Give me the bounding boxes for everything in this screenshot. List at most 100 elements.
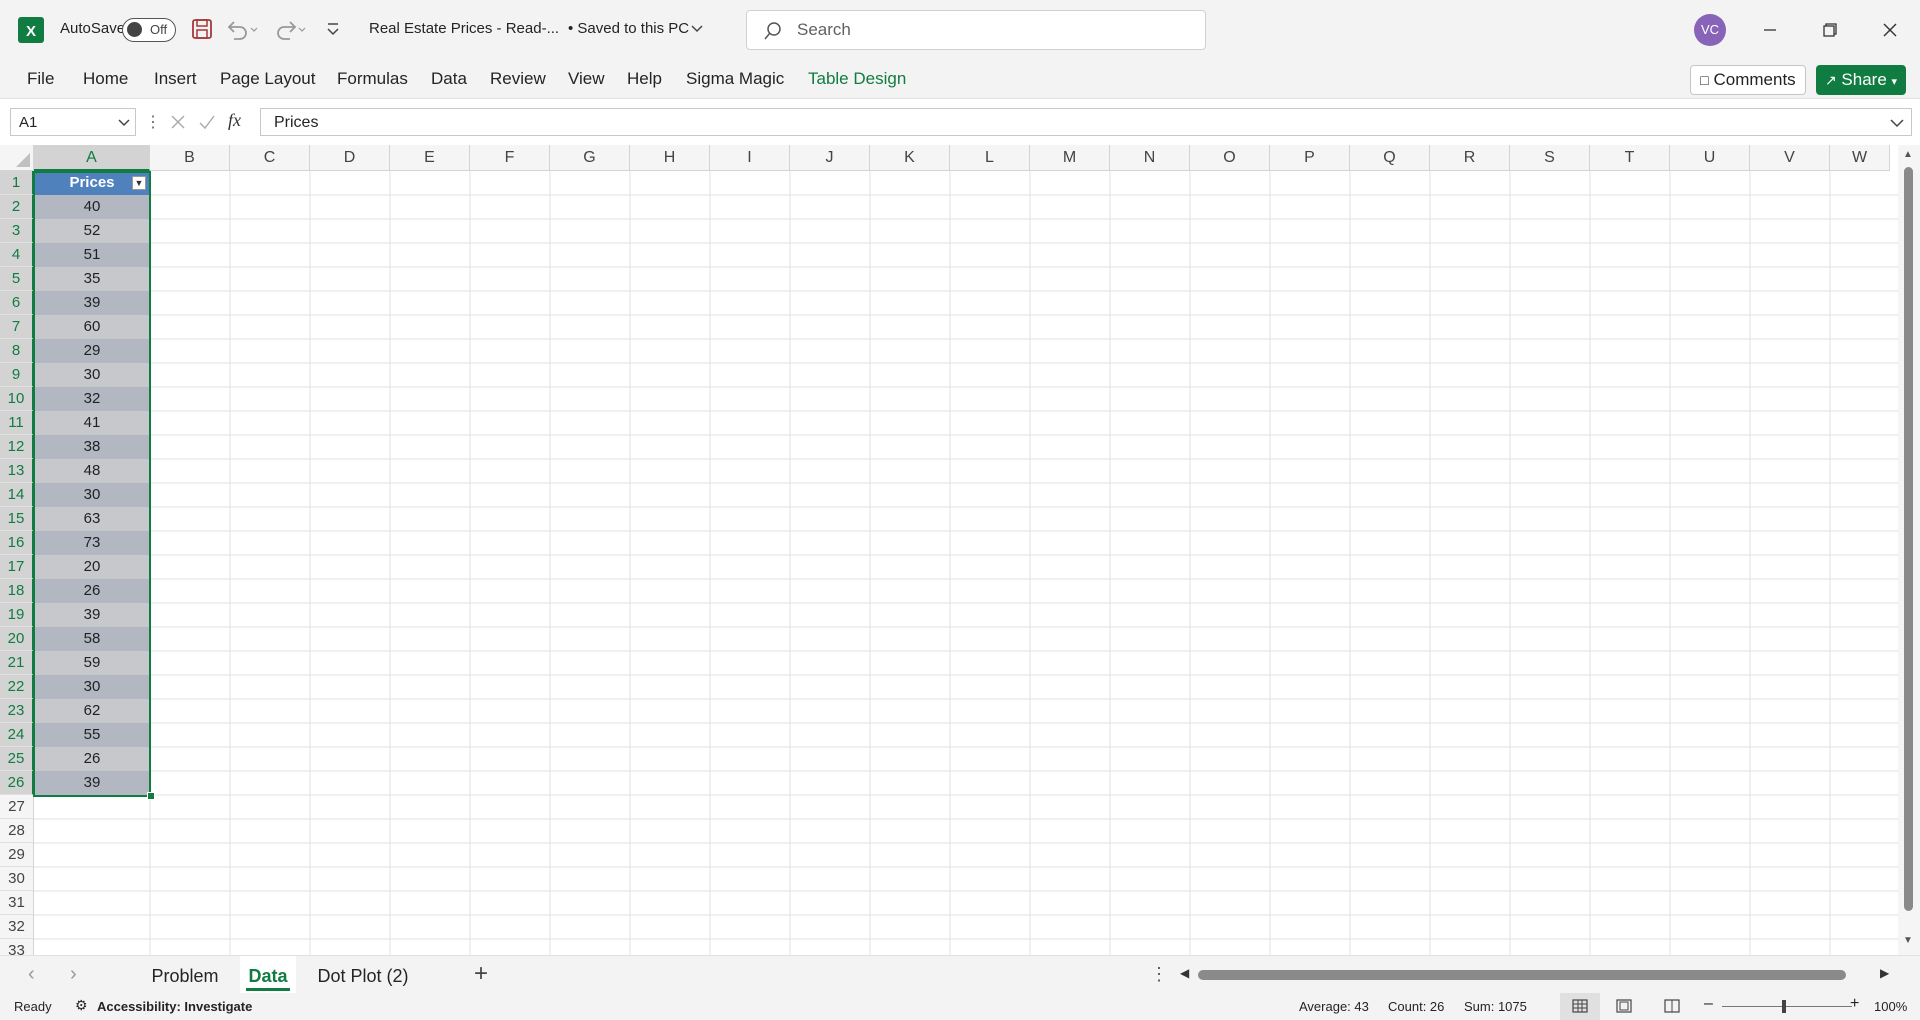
excel-logo-icon[interactable]: X <box>18 17 44 43</box>
column-header-e[interactable]: E <box>390 145 470 171</box>
zoom-slider-track[interactable] <box>1722 1006 1852 1007</box>
column-header-a[interactable]: A <box>34 145 150 171</box>
table-cell[interactable]: 26 <box>34 579 150 603</box>
enter-check-icon[interactable] <box>198 114 216 130</box>
row-header[interactable]: 8 <box>0 339 34 363</box>
column-header-u[interactable]: U <box>1670 145 1750 171</box>
scroll-left-icon[interactable]: ◀ <box>1180 966 1189 980</box>
table-cell[interactable]: 48 <box>34 459 150 483</box>
row-header[interactable]: 28 <box>0 819 34 843</box>
column-header-f[interactable]: F <box>470 145 550 171</box>
chevron-right-icon[interactable]: › <box>70 963 77 986</box>
row-header[interactable]: 15 <box>0 507 34 531</box>
row-header[interactable]: 12 <box>0 435 34 459</box>
column-header-l[interactable]: L <box>950 145 1030 171</box>
row-header[interactable]: 3 <box>0 219 34 243</box>
row-header[interactable]: 26 <box>0 771 34 795</box>
save-status[interactable]: • Saved to this PC <box>568 20 689 37</box>
row-header[interactable]: 31 <box>0 891 34 915</box>
row-header[interactable]: 25 <box>0 747 34 771</box>
row-header[interactable]: 6 <box>0 291 34 315</box>
row-header[interactable]: 9 <box>0 363 34 387</box>
column-header-p[interactable]: P <box>1270 145 1350 171</box>
column-header-m[interactable]: M <box>1030 145 1110 171</box>
zoom-in-icon[interactable]: + <box>1850 995 1859 1013</box>
count-value[interactable]: Count: 26 <box>1388 999 1444 1014</box>
column-header-s[interactable]: S <box>1510 145 1590 171</box>
vertical-scrollbar[interactable]: ▲ ▼ <box>1898 145 1920 955</box>
chevron-down-icon[interactable] <box>117 117 131 129</box>
row-header[interactable]: 16 <box>0 531 34 555</box>
table-header-cell[interactable]: Prices ▼ <box>34 171 150 195</box>
table-cell[interactable]: 73 <box>34 531 150 555</box>
row-header[interactable]: 23 <box>0 699 34 723</box>
column-header-b[interactable]: B <box>150 145 230 171</box>
select-all-corner[interactable] <box>0 145 34 171</box>
normal-view-button[interactable] <box>1560 993 1600 1020</box>
row-header[interactable]: 19 <box>0 603 34 627</box>
table-cell[interactable]: 26 <box>34 747 150 771</box>
sheet-tab-data[interactable]: Data <box>240 962 296 990</box>
row-header[interactable]: 21 <box>0 651 34 675</box>
row-header[interactable]: 17 <box>0 555 34 579</box>
undo-icon[interactable] <box>226 18 258 40</box>
table-cell[interactable]: 20 <box>34 555 150 579</box>
row-header[interactable]: 20 <box>0 627 34 651</box>
column-header-r[interactable]: R <box>1430 145 1510 171</box>
table-cell[interactable]: 51 <box>34 243 150 267</box>
scroll-up-icon[interactable]: ▲ <box>1903 149 1913 160</box>
page-layout-view-icon[interactable] <box>1616 999 1632 1013</box>
row-header[interactable]: 1 <box>0 171 34 195</box>
row-header[interactable]: 4 <box>0 243 34 267</box>
table-cell[interactable]: 30 <box>34 363 150 387</box>
column-header-n[interactable]: N <box>1110 145 1190 171</box>
document-title[interactable]: Real Estate Prices - Read-... <box>369 20 559 37</box>
scroll-right-icon[interactable]: ▶ <box>1880 966 1889 980</box>
row-header[interactable]: 30 <box>0 867 34 891</box>
row-header[interactable]: 18 <box>0 579 34 603</box>
row-header[interactable]: 24 <box>0 723 34 747</box>
cancel-icon[interactable] <box>170 114 186 130</box>
column-header-h[interactable]: H <box>630 145 710 171</box>
zoom-slider-thumb[interactable] <box>1782 1000 1786 1013</box>
column-header-q[interactable]: Q <box>1350 145 1430 171</box>
column-header-g[interactable]: G <box>550 145 630 171</box>
row-header[interactable]: 22 <box>0 675 34 699</box>
table-cell[interactable]: 35 <box>34 267 150 291</box>
minimize-button[interactable] <box>1752 12 1788 48</box>
comments-button[interactable]: □ Comments <box>1690 65 1806 95</box>
restore-button[interactable] <box>1812 12 1848 48</box>
fill-handle[interactable] <box>147 792 155 800</box>
tab-page-layout[interactable]: Page Layout <box>220 69 315 89</box>
table-cell[interactable]: 52 <box>34 219 150 243</box>
sheet-tab-problem[interactable]: Problem <box>142 962 228 990</box>
filter-dropdown-icon[interactable]: ▼ <box>132 176 146 190</box>
table-cell[interactable]: 32 <box>34 387 150 411</box>
table-cell[interactable]: 30 <box>34 483 150 507</box>
tab-view[interactable]: View <box>568 69 605 89</box>
table-cell[interactable]: 63 <box>34 507 150 531</box>
row-header[interactable]: 7 <box>0 315 34 339</box>
sheet-tab-dot-plot[interactable]: Dot Plot (2) <box>308 962 418 990</box>
page-break-view-icon[interactable] <box>1664 999 1680 1013</box>
tab-help[interactable]: Help <box>627 69 662 89</box>
name-box[interactable]: A1 <box>10 108 136 136</box>
column-header-v[interactable]: V <box>1750 145 1830 171</box>
accessibility-icon[interactable]: ⚙ <box>75 997 88 1014</box>
column-header-c[interactable]: C <box>230 145 310 171</box>
row-header[interactable]: 2 <box>0 195 34 219</box>
table-cell[interactable]: 40 <box>34 195 150 219</box>
table-cell[interactable]: 58 <box>34 627 150 651</box>
table-cell[interactable]: 39 <box>34 603 150 627</box>
column-header-o[interactable]: O <box>1190 145 1270 171</box>
row-header[interactable]: 13 <box>0 459 34 483</box>
redo-icon[interactable] <box>274 18 306 40</box>
formula-input[interactable]: Prices <box>260 108 1912 136</box>
customize-toolbar-icon[interactable] <box>324 20 342 38</box>
column-header-w[interactable]: W <box>1830 145 1890 171</box>
table-cell[interactable]: 39 <box>34 771 150 795</box>
table-cell[interactable]: 59 <box>34 651 150 675</box>
sum-value[interactable]: Sum: 1075 <box>1464 999 1527 1014</box>
table-cell[interactable]: 38 <box>34 435 150 459</box>
zoom-out-icon[interactable]: – <box>1704 995 1713 1013</box>
